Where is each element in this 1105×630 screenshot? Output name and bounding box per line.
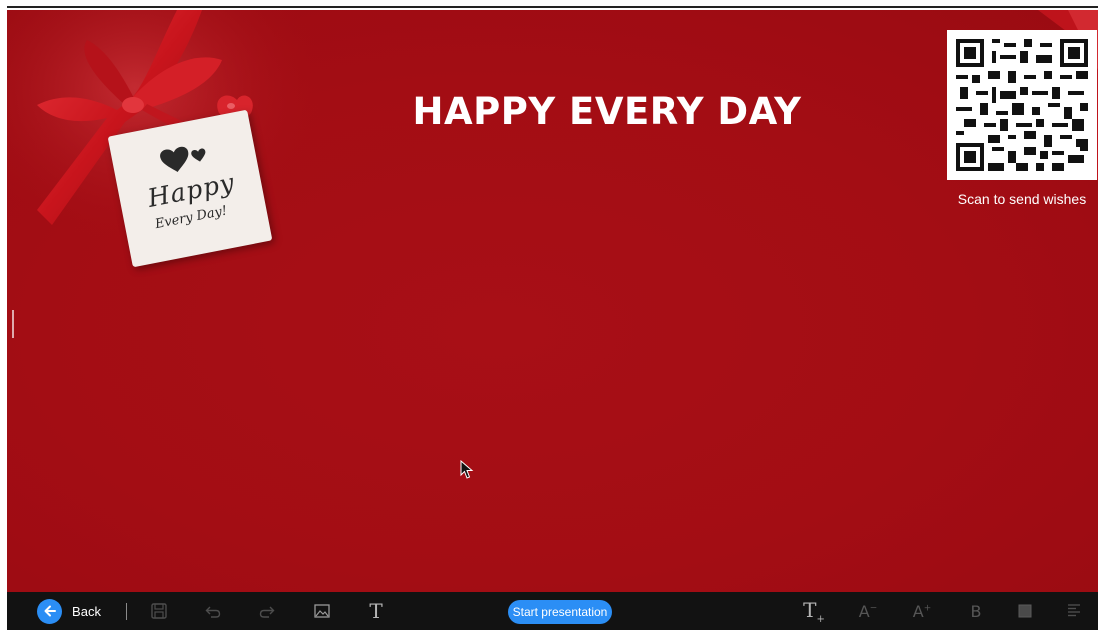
start-presentation-button[interactable]: Start presentation bbox=[508, 600, 612, 624]
slide-headline[interactable]: HAPPY EVERY DAY bbox=[387, 90, 827, 133]
font-decrease-button[interactable]: A− bbox=[856, 592, 880, 630]
text-icon: T bbox=[369, 599, 383, 623]
bottom-toolbar: Back T Start presentation T+ A− A+ B bbox=[7, 592, 1098, 630]
mouse-cursor-icon bbox=[460, 460, 474, 479]
image-icon bbox=[314, 604, 330, 618]
save-button[interactable] bbox=[147, 592, 171, 630]
align-icon bbox=[1068, 604, 1080, 617]
align-button[interactable] bbox=[1062, 592, 1086, 630]
top-divider bbox=[7, 6, 1098, 8]
text-add-icon: T+ bbox=[803, 597, 825, 625]
undo-icon bbox=[205, 606, 221, 618]
back-button[interactable]: Back bbox=[35, 592, 103, 630]
add-text-button[interactable]: T+ bbox=[802, 592, 826, 630]
font-increase-button[interactable]: A+ bbox=[910, 592, 934, 630]
back-arrow-icon bbox=[37, 598, 63, 624]
toolbar-divider bbox=[126, 603, 127, 620]
qr-code-icon bbox=[947, 30, 1097, 180]
bold-button[interactable]: B bbox=[964, 592, 988, 630]
redo-icon bbox=[259, 606, 275, 618]
undo-button[interactable] bbox=[201, 592, 225, 630]
font-decrease-icon: A− bbox=[858, 601, 878, 621]
insert-text-button[interactable]: T bbox=[364, 592, 388, 630]
gift-tag: Happy Every Day! bbox=[107, 109, 273, 268]
font-increase-icon: A+ bbox=[912, 601, 932, 621]
redo-button[interactable] bbox=[255, 592, 279, 630]
side-panel-handle[interactable] bbox=[12, 310, 14, 338]
color-fill-button[interactable] bbox=[1013, 592, 1037, 630]
qr-caption: Scan to send wishes bbox=[957, 191, 1087, 207]
save-icon bbox=[151, 603, 167, 619]
color-fill-icon bbox=[1018, 604, 1032, 618]
font-increase-glyph: A bbox=[912, 601, 924, 621]
slide-canvas[interactable]: Happy Every Day! HAPPY EVERY DAY Scan to… bbox=[7, 10, 1098, 592]
font-decrease-glyph: A bbox=[858, 601, 870, 621]
insert-image-button[interactable] bbox=[310, 592, 334, 630]
bold-icon: B bbox=[970, 601, 982, 621]
back-label: Back bbox=[72, 603, 101, 619]
